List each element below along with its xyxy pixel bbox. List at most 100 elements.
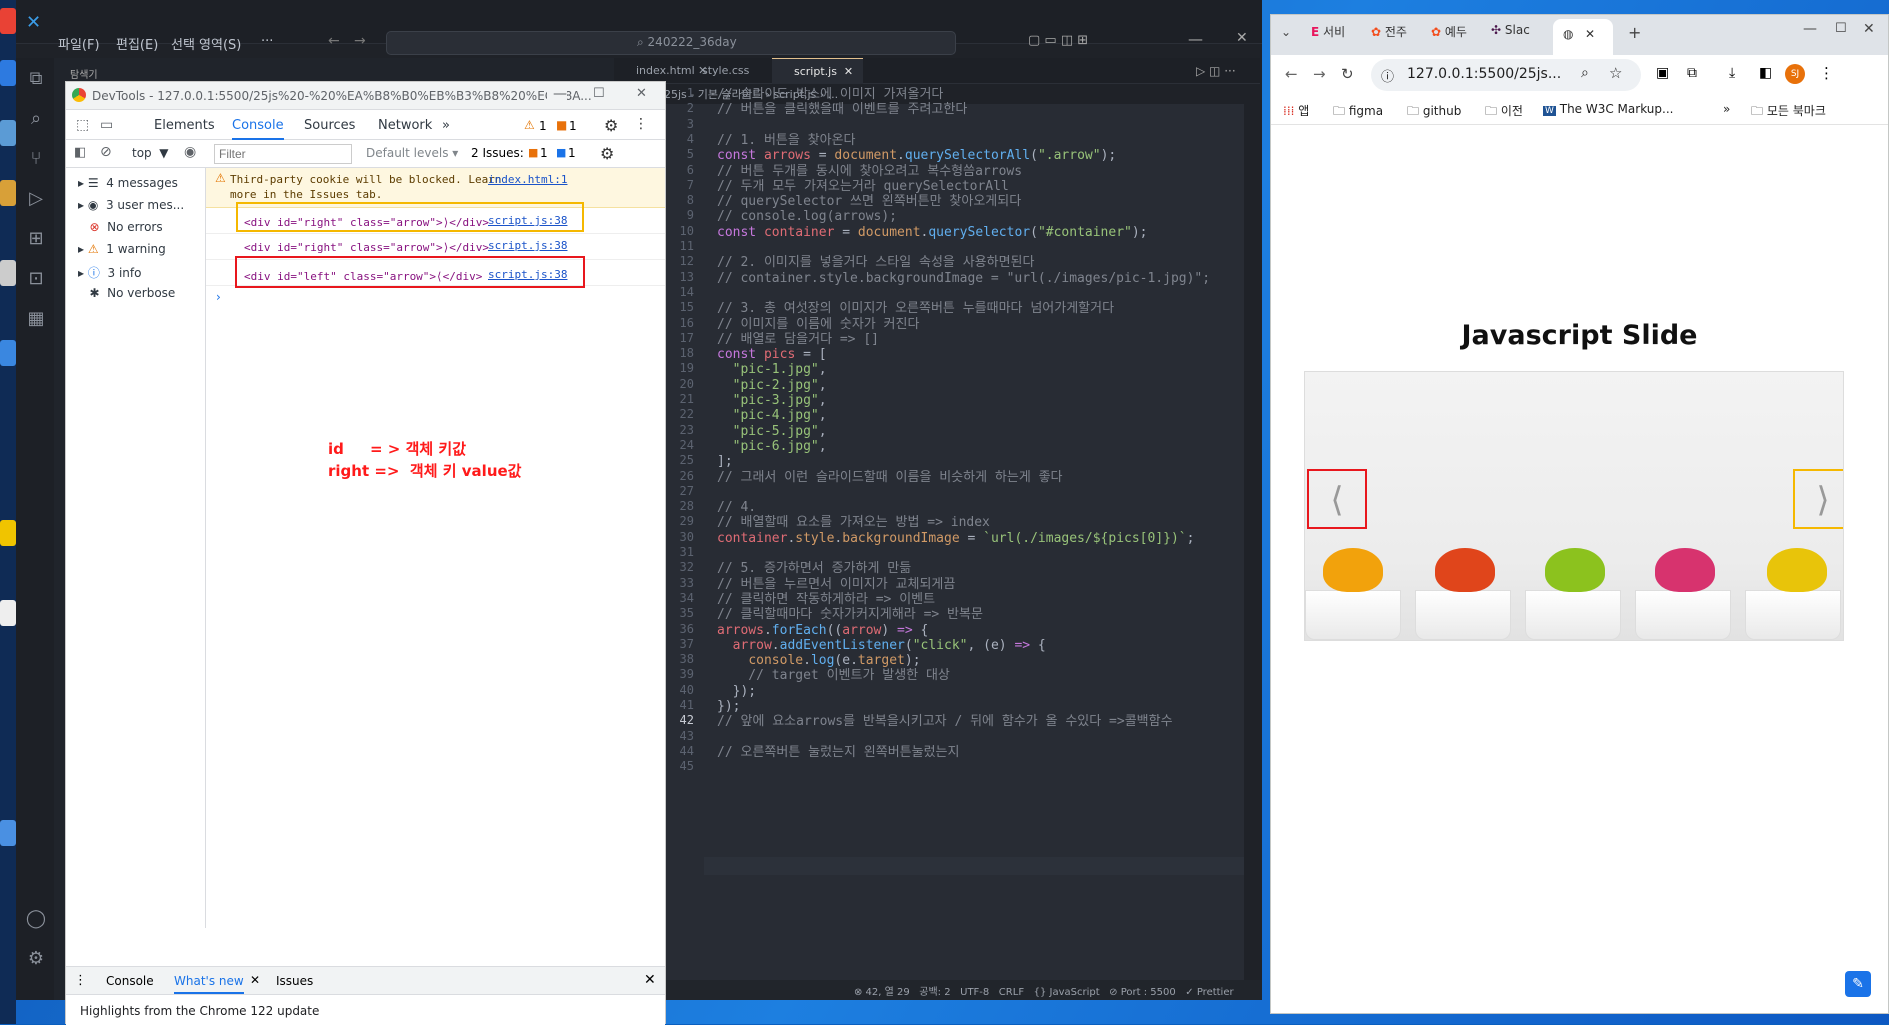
console-prompt-icon[interactable]: › bbox=[216, 290, 221, 304]
sidebar-item-errors[interactable]: ⊗ No errors bbox=[78, 220, 162, 240]
browser-tab[interactable]: ✿ 전주 bbox=[1371, 23, 1407, 51]
tab-style-css[interactable]: style.css bbox=[680, 58, 759, 84]
browser-tab[interactable]: ✿ 예두 bbox=[1431, 23, 1467, 51]
app-taskbar-icon[interactable] bbox=[0, 600, 16, 626]
bookmark-all[interactable]: 🗀 모든 북마크 bbox=[1751, 102, 1826, 123]
more-tabs-icon[interactable]: » bbox=[442, 118, 450, 133]
close-icon[interactable]: ✕ bbox=[636, 86, 647, 101]
extension-icon[interactable]: ▣ bbox=[1656, 65, 1669, 81]
console-filter-input[interactable] bbox=[214, 144, 352, 164]
drawer-tab-issues[interactable]: Issues bbox=[276, 974, 313, 988]
forward-icon[interactable]: → bbox=[1313, 65, 1326, 83]
tab-elements[interactable]: Elements bbox=[154, 118, 215, 133]
minimize-icon[interactable]: — bbox=[1188, 30, 1203, 48]
app-taskbar-icon[interactable] bbox=[0, 820, 16, 846]
edge-taskbar-icon[interactable] bbox=[0, 120, 16, 146]
close-icon[interactable]: ✕ bbox=[250, 973, 260, 987]
account-icon[interactable]: ◯ bbox=[25, 908, 47, 930]
close-icon[interactable]: ✕ bbox=[1585, 27, 1595, 41]
left-arrow-button[interactable]: ⟨ bbox=[1307, 469, 1367, 529]
tab-console[interactable]: Console bbox=[232, 118, 284, 140]
log-levels-dropdown[interactable]: Default levels ▾ bbox=[366, 146, 458, 160]
clear-console-icon[interactable]: ⊘ bbox=[100, 144, 112, 160]
docker-icon[interactable]: ▦ bbox=[25, 308, 47, 330]
command-center-search[interactable]: ⌕ 240222_36day bbox=[386, 31, 956, 55]
menu-selection[interactable]: 선택 영역(S) bbox=[171, 34, 241, 53]
sidebar-item-verbose[interactable]: ✱ No verbose bbox=[78, 286, 175, 306]
menu-more[interactable]: ··· bbox=[261, 34, 273, 49]
drawer-tab-whats-new[interactable]: What's new bbox=[174, 974, 244, 994]
back-icon[interactable]: ← bbox=[1285, 65, 1298, 83]
run-debug-icon[interactable]: ▷ bbox=[25, 188, 47, 210]
issues-error-count[interactable]: 1 bbox=[540, 146, 548, 160]
app-taskbar-icon[interactable] bbox=[0, 60, 16, 86]
remote-icon[interactable]: ⊡ bbox=[25, 268, 47, 290]
zoom-icon[interactable]: ⌕ bbox=[1581, 65, 1589, 81]
issues-info-count[interactable]: 1 bbox=[568, 146, 576, 160]
sidebar-toggle-icon[interactable]: ◧ bbox=[74, 145, 86, 160]
close-icon[interactable]: ✕ bbox=[1236, 30, 1248, 46]
source-control-icon[interactable]: ⑂ bbox=[25, 148, 47, 170]
sidebar-item-messages[interactable]: ▸ ☰ 4 messages bbox=[78, 176, 178, 196]
settings-gear-icon[interactable]: ⚙ bbox=[25, 948, 47, 970]
forward-arrow-icon[interactable]: → bbox=[354, 33, 366, 49]
settings-gear-icon[interactable]: ⚙ bbox=[604, 116, 618, 135]
active-browser-tab[interactable]: ◍ ✕ bbox=[1553, 19, 1613, 55]
issues-label[interactable]: 2 Issues: bbox=[471, 146, 524, 160]
sidebar-item-warnings[interactable]: ▸ ⚠ 1 warning bbox=[78, 242, 166, 262]
reload-icon[interactable]: ↻ bbox=[1341, 65, 1354, 83]
download-icon[interactable]: ⤓ bbox=[1729, 65, 1735, 81]
app-taskbar-icon[interactable] bbox=[0, 260, 16, 286]
drawer-tab-console[interactable]: Console bbox=[106, 974, 154, 988]
source-link[interactable]: index.html:1 bbox=[488, 173, 567, 186]
tab-script-js[interactable]: script.js ✕ bbox=[772, 58, 864, 84]
bookmark-w3c[interactable]: W The W3C Markup... bbox=[1543, 102, 1673, 116]
more-options-icon[interactable]: ⋮ bbox=[634, 116, 648, 132]
console-settings-icon[interactable]: ⚙ bbox=[600, 144, 614, 163]
profile-avatar[interactable]: SJ bbox=[1785, 64, 1805, 84]
edit-pen-icon[interactable]: ✎ bbox=[1845, 971, 1871, 997]
bookmark-prev[interactable]: 🗀 이전 bbox=[1485, 102, 1523, 123]
close-icon[interactable]: ✕ bbox=[1863, 21, 1875, 37]
warning-count[interactable]: 1 bbox=[539, 119, 547, 133]
run-icon[interactable]: ▷ ◫ ··· bbox=[1196, 64, 1236, 78]
maximize-icon[interactable]: ☐ bbox=[593, 86, 605, 101]
extensions-icon[interactable]: ⊞ bbox=[25, 228, 47, 250]
close-drawer-icon[interactable]: ✕ bbox=[644, 972, 656, 988]
browser-tab[interactable]: E 서비 bbox=[1311, 23, 1345, 51]
chrome-taskbar-icon[interactable] bbox=[0, 8, 16, 34]
minimize-icon[interactable]: — bbox=[1803, 21, 1817, 37]
tab-network[interactable]: Network bbox=[378, 118, 432, 133]
tab-sources[interactable]: Sources bbox=[304, 118, 355, 133]
url-omnibox[interactable]: ⓘ 127.0.0.1:5500/25js... ⌕ ☆ bbox=[1371, 59, 1641, 91]
chrome-menu-icon[interactable]: ⋮ bbox=[1819, 64, 1834, 82]
context-selector[interactable]: top ▼ bbox=[132, 146, 169, 160]
right-arrow-button[interactable]: ⟩ bbox=[1793, 469, 1843, 529]
back-arrow-icon[interactable]: ← bbox=[328, 33, 340, 49]
maximize-icon[interactable]: ☐ bbox=[1835, 21, 1847, 36]
new-tab-icon[interactable]: + bbox=[1628, 23, 1641, 42]
more-bookmarks-icon[interactable]: » bbox=[1723, 102, 1730, 116]
sidebar-item-info[interactable]: ▸ ⓘ 3 info bbox=[78, 264, 141, 284]
search-icon[interactable]: ⌕ bbox=[25, 108, 47, 130]
app-taskbar-icon[interactable] bbox=[0, 340, 16, 366]
tab-search-icon[interactable]: ⌄ bbox=[1281, 25, 1291, 39]
source-link[interactable]: script.js:38 bbox=[488, 239, 567, 252]
minimize-icon[interactable]: — bbox=[547, 86, 567, 102]
menu-edit[interactable]: 편집(E) bbox=[116, 34, 158, 53]
extensions-puzzle-icon[interactable]: ⧉ bbox=[1687, 65, 1697, 81]
inspect-element-icon[interactable]: ⬚ bbox=[76, 117, 89, 133]
browser-tab[interactable]: ✣ Slac bbox=[1491, 23, 1530, 51]
site-info-icon[interactable]: ⓘ bbox=[1381, 66, 1394, 85]
error-count[interactable]: 1 bbox=[569, 119, 577, 133]
sidebar-item-user-messages[interactable]: ▸ ◉ 3 user mes... bbox=[78, 198, 184, 218]
bookmark-figma[interactable]: 🗀 figma bbox=[1333, 102, 1383, 123]
layout-toggle-icon[interactable]: ▢ ▭ ◫ ⊞ bbox=[1028, 33, 1088, 48]
drawer-menu-icon[interactable]: ⋮ bbox=[74, 973, 87, 988]
device-toolbar-icon[interactable]: ▭ bbox=[100, 117, 113, 133]
app-taskbar-icon[interactable] bbox=[0, 520, 16, 546]
side-panel-icon[interactable]: ◧ bbox=[1759, 65, 1772, 81]
app-taskbar-icon[interactable] bbox=[0, 180, 16, 206]
log-element[interactable]: <div id="right" class="arrow">⟩</div> bbox=[244, 241, 489, 254]
bookmark-github[interactable]: 🗀 github bbox=[1407, 102, 1461, 123]
